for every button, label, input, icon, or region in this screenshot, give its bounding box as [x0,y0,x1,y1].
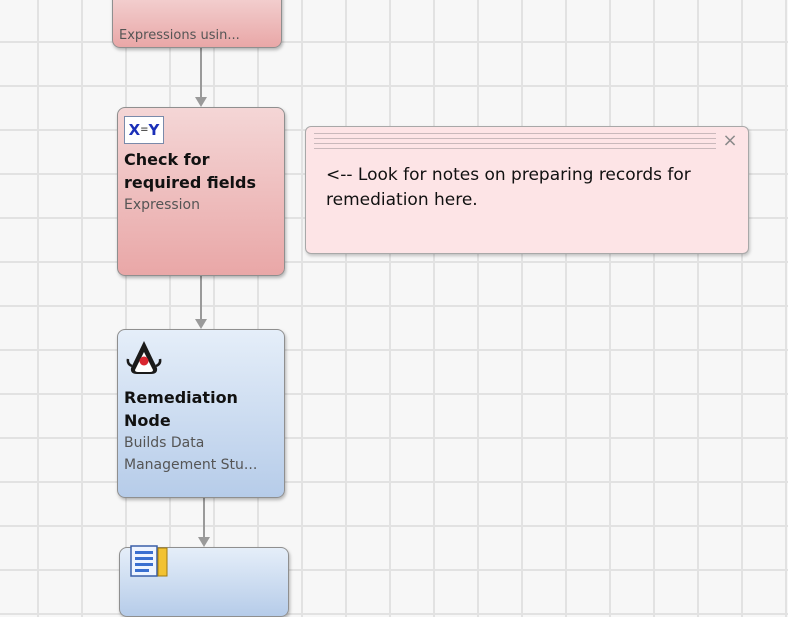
output-node-bottom[interactable] [119,545,289,617]
arrow-head [195,319,207,329]
expression-node-top[interactable]: Expressions usin... [112,0,282,48]
sticky-note[interactable]: × <-- Look for notes on preparing record… [305,126,749,254]
note-drag-handle[interactable] [314,133,716,153]
remediation-node[interactable]: Remediation Node Builds Data Management … [117,329,285,498]
x-equals-y-icon: X=Y [124,116,164,144]
check-required-fields-node[interactable]: X=Y Check for required fields Expression [117,107,285,276]
arrow-head [198,537,210,547]
node-subtitle-line1: Builds Data [124,435,205,451]
node-title: Check for required fields [124,150,257,192]
close-icon[interactable]: × [720,131,740,151]
document-list-icon [130,545,168,577]
connector-check-to-remediation [200,276,202,320]
node-subtitle: Expression [124,197,200,213]
node-title: Remediation Node [124,388,238,430]
note-text: <-- Look for notes on preparing records … [326,165,691,210]
connector-remediation-to-bottom [203,498,205,538]
connector-top-to-check [200,48,202,98]
node-subtitle-line2: Management Stu... [124,457,258,473]
node-subtitle: Expressions usin... [119,28,240,43]
arrow-head [195,97,207,107]
java-duke-icon [126,341,162,374]
